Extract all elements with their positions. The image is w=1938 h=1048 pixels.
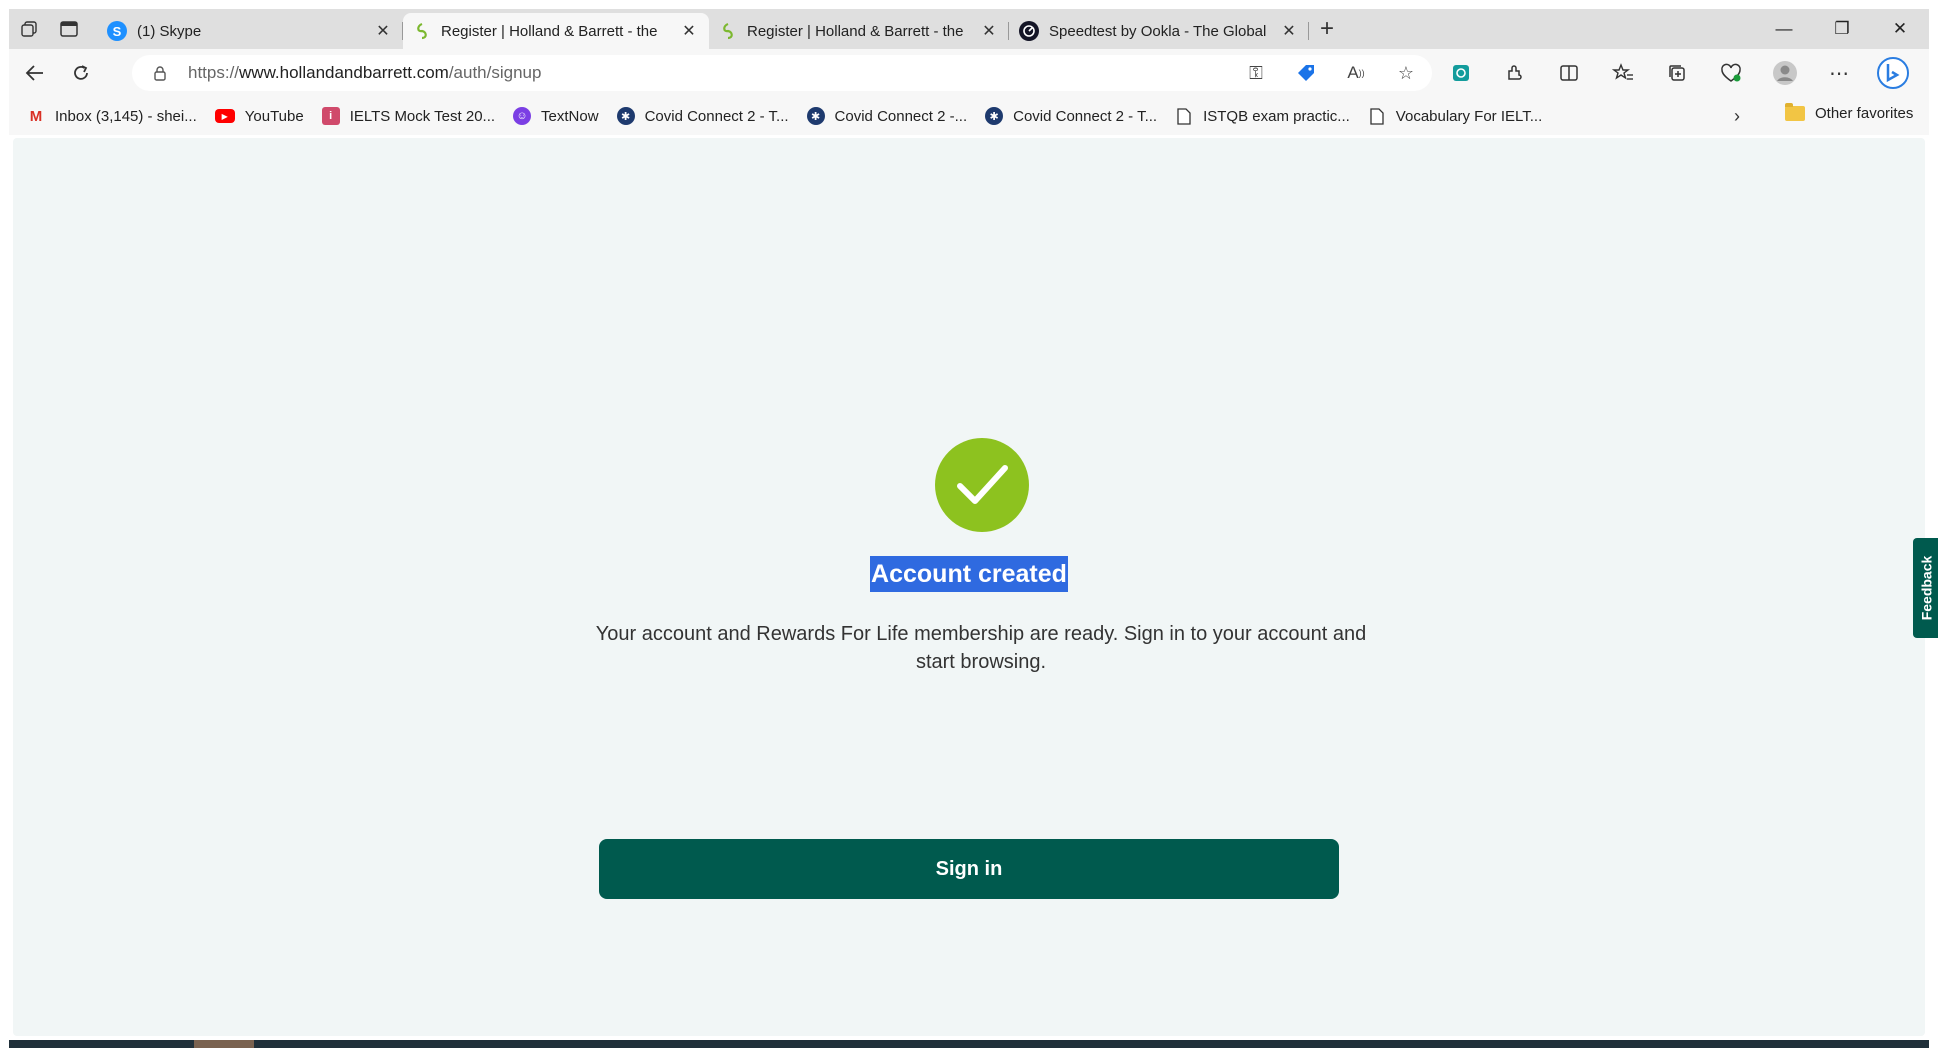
favorite-label: YouTube: [244, 107, 304, 125]
shopping-tag-icon[interactable]: [1290, 57, 1322, 89]
page-content: Account created Your account and Rewards…: [13, 138, 1938, 1036]
sign-in-button[interactable]: Sign in: [599, 839, 1339, 899]
page-icon: [1368, 107, 1386, 125]
chevron-right-icon[interactable]: ›: [1734, 106, 1740, 127]
page-icon: [1175, 107, 1193, 125]
url-host: www.hollandandbarrett.com: [239, 63, 449, 82]
other-favorites-label: Other favorites: [1815, 105, 1914, 122]
url-scheme: https://: [188, 63, 240, 82]
favorite-istqb[interactable]: ISTQB exam practic...: [1175, 107, 1350, 125]
favorite-label: IELTS Mock Test 20...: [349, 107, 496, 125]
textnow-icon: ☺: [513, 107, 532, 125]
url-text[interactable]: https://www.hollandandbarrett.com/auth/s…: [188, 63, 541, 83]
tab-title: Register | Holland & Barrett - the: [747, 22, 964, 40]
back-button[interactable]: [15, 53, 55, 93]
close-window-button[interactable]: ✕: [1871, 9, 1929, 49]
confirmation-message: Your account and Rewards For Life member…: [595, 623, 1367, 673]
ielts-icon: i: [321, 107, 340, 125]
holland-barrett-icon: [413, 22, 431, 40]
favorite-label: Covid Connect 2 - T...: [644, 107, 789, 125]
success-check-icon: [935, 438, 1029, 532]
favorite-youtube[interactable]: ▶ YouTube: [214, 107, 304, 125]
read-aloud-icon[interactable]: A)): [1340, 57, 1372, 89]
favorite-vocabulary[interactable]: Vocabulary For IELT...: [1368, 107, 1542, 125]
feedback-tab[interactable]: Feedback: [1913, 538, 1938, 638]
skype-icon: S: [107, 21, 127, 41]
speedtest-icon: [1019, 21, 1039, 41]
tab-title: Register | Holland & Barrett - the: [441, 22, 658, 40]
new-tab-button[interactable]: +: [1309, 11, 1345, 47]
favorite-label: Inbox (3,145) - shei...: [55, 107, 197, 125]
tab-speedtest[interactable]: Speedtest by Ookla - The Global ✕: [1009, 13, 1309, 49]
minimize-button[interactable]: —: [1755, 9, 1813, 49]
tab-title: (1) Skype: [137, 22, 202, 40]
favorite-covid-connect-3[interactable]: ✱ Covid Connect 2 - T...: [985, 107, 1157, 125]
more-options-icon[interactable]: ⋯: [1819, 53, 1859, 93]
tab-title: Speedtest by Ookla - The Global: [1049, 22, 1267, 40]
close-tab-icon[interactable]: ✕: [373, 21, 393, 41]
taskbar-edge: [9, 1040, 1929, 1048]
feedback-label: Feedback: [1918, 555, 1934, 621]
taskbar-item: [194, 1040, 254, 1048]
tab-register-active[interactable]: Register | Holland & Barrett - the ✕: [403, 13, 709, 49]
close-tab-icon[interactable]: ✕: [979, 21, 999, 41]
tab-actions-icon[interactable]: [49, 9, 89, 49]
tab-skype[interactable]: S (1) Skype ✕: [97, 13, 403, 49]
favorite-textnow[interactable]: ☺ TextNow: [513, 107, 599, 125]
favorites-bar: M Inbox (3,145) - shei... ▶ YouTube i IE…: [9, 97, 1929, 135]
window-controls: — ❐ ✕: [1755, 9, 1929, 49]
lock-icon[interactable]: [148, 65, 172, 81]
favorite-ielts[interactable]: i IELTS Mock Test 20...: [321, 107, 496, 125]
bing-copilot-icon[interactable]: [1873, 53, 1913, 93]
close-tab-icon[interactable]: ✕: [679, 21, 699, 41]
account-created-heading: Account created: [870, 556, 1068, 592]
workspaces-icon[interactable]: [9, 9, 49, 49]
tab-register[interactable]: Register | Holland & Barrett - the ✕: [709, 13, 1009, 49]
favorite-label: ISTQB exam practic...: [1203, 107, 1350, 125]
navigation-toolbar: https://www.hollandandbarrett.com/auth/s…: [9, 49, 1929, 97]
favorite-covid-connect-2[interactable]: ✱ Covid Connect 2 -...: [806, 107, 968, 125]
split-screen-icon[interactable]: [1549, 53, 1589, 93]
address-bar[interactable]: https://www.hollandandbarrett.com/auth/s…: [132, 55, 1432, 91]
collections-icon[interactable]: [1657, 53, 1697, 93]
covid-connect-icon: ✱: [806, 107, 825, 125]
youtube-icon: ▶: [214, 109, 235, 123]
other-favorites[interactable]: Other favorites: [1785, 103, 1914, 122]
extensions-icon[interactable]: [1495, 53, 1535, 93]
favorite-label: Vocabulary For IELT...: [1395, 107, 1543, 125]
favorites-icon[interactable]: [1603, 53, 1643, 93]
favorite-label: Covid Connect 2 - T...: [1013, 107, 1158, 125]
refresh-button[interactable]: [61, 53, 101, 93]
page-title: Account created: [13, 556, 1925, 592]
favorite-label: TextNow: [541, 107, 599, 125]
favorite-gmail[interactable]: M Inbox (3,145) - shei...: [27, 107, 197, 125]
close-tab-icon[interactable]: ✕: [1279, 21, 1299, 41]
favorite-label: Covid Connect 2 -...: [834, 107, 968, 125]
restore-button[interactable]: ❐: [1813, 9, 1871, 49]
profile-avatar[interactable]: [1765, 53, 1805, 93]
favorite-star-icon[interactable]: ☆: [1390, 57, 1422, 89]
gmail-icon: M: [29, 107, 43, 125]
browser-essentials-icon[interactable]: [1711, 53, 1751, 93]
folder-icon: [1785, 103, 1805, 121]
extension-teal-icon[interactable]: [1441, 53, 1481, 93]
url-path: /auth/signup: [448, 63, 542, 82]
tab-strip: S (1) Skype ✕ Register | Holland & Barre…: [9, 9, 1929, 49]
covid-connect-icon: ✱: [616, 107, 635, 125]
holland-barrett-icon: [719, 22, 737, 40]
password-key-icon[interactable]: ⚿: [1240, 57, 1272, 89]
covid-connect-icon: ✱: [985, 107, 1004, 125]
favorite-covid-connect-1[interactable]: ✱ Covid Connect 2 - T...: [616, 107, 789, 125]
